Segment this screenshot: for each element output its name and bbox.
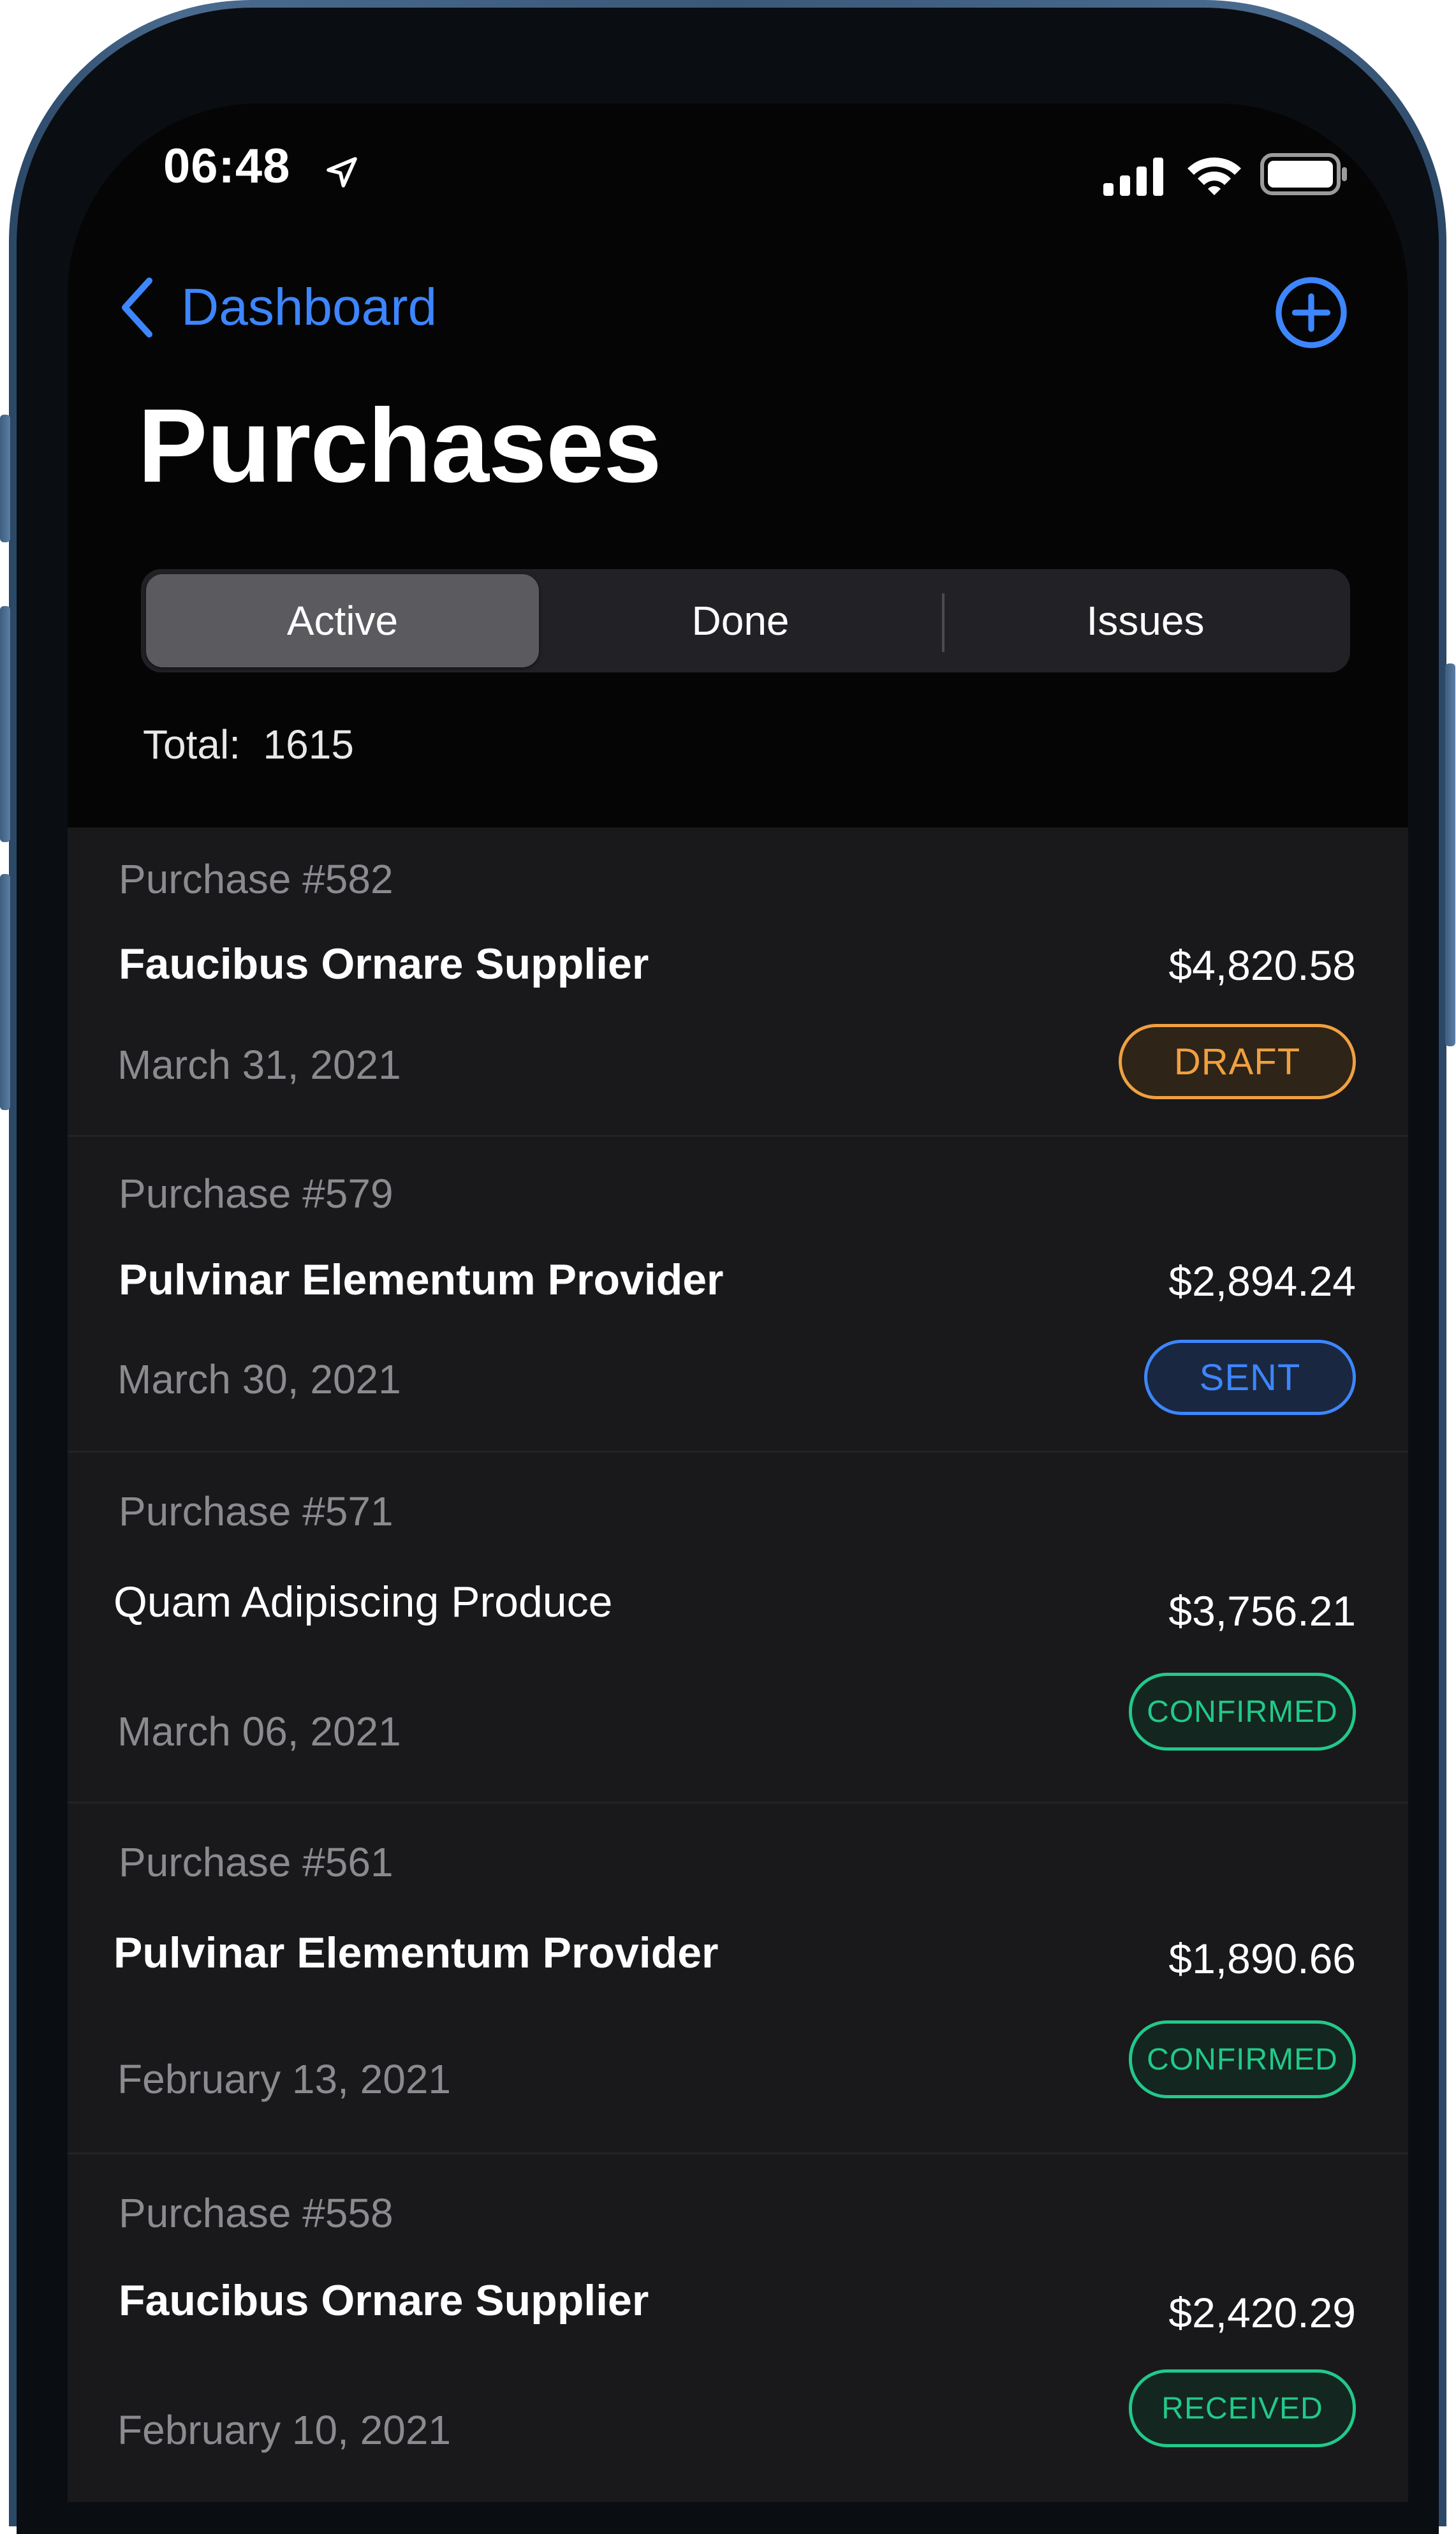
status-time: 06:48 [163, 139, 291, 193]
status-badge: CONFIRMED [1129, 1673, 1356, 1751]
purchase-row[interactable]: Purchase #558 Faucibus Ornare Supplier F… [68, 2154, 1408, 2502]
purchase-date: February 10, 2021 [117, 2407, 451, 2453]
side-button [0, 606, 10, 842]
purchase-number: Purchase #582 [119, 856, 393, 902]
side-button [0, 415, 10, 542]
purchase-date: March 30, 2021 [117, 1356, 401, 1402]
purchase-vendor: Faucibus Ornare Supplier [119, 2276, 649, 2325]
battery-icon [1260, 153, 1347, 195]
total-count: Total: 1615 [143, 722, 354, 767]
segment-divider [942, 593, 945, 652]
purchase-row[interactable]: Purchase #582 Faucibus Ornare Supplier M… [68, 827, 1408, 1137]
status-badge: SENT [1144, 1340, 1356, 1415]
purchase-amount: $3,756.21 [1168, 1587, 1356, 1634]
purchase-number: Purchase #561 [119, 1839, 393, 1885]
status-segmented-control: Active Done Issues [141, 569, 1350, 672]
status-badge: CONFIRMED [1129, 2020, 1356, 2098]
location-arrow-icon [327, 157, 357, 188]
side-button [1445, 663, 1455, 1046]
purchase-number: Purchase #571 [119, 1488, 393, 1534]
wifi-icon [1188, 157, 1241, 195]
segment-done[interactable]: Done [543, 574, 938, 667]
plus-circle-icon[interactable] [1274, 276, 1348, 350]
purchase-vendor: Faucibus Ornare Supplier [119, 940, 649, 988]
back-button-label: Dashboard [181, 278, 438, 336]
purchase-vendor: Quam Adipiscing Produce [114, 1578, 613, 1626]
segment-active[interactable]: Active [146, 574, 539, 667]
purchase-row[interactable]: Purchase #561 Pulvinar Elementum Provide… [68, 1804, 1408, 2154]
purchase-number: Purchase #558 [119, 2190, 393, 2236]
purchase-amount: $4,820.58 [1168, 942, 1356, 989]
purchase-amount: $1,890.66 [1168, 1935, 1356, 1982]
purchase-date: February 13, 2021 [117, 2056, 451, 2102]
page-title: Purchases [138, 387, 662, 504]
phone-frame: 06:48 Dashboard Purchases Active Done Is… [0, 0, 1455, 2534]
purchase-amount: $2,420.29 [1168, 2289, 1356, 2336]
chevron-left-icon [122, 278, 152, 337]
phone-bezel: 06:48 Dashboard Purchases Active Done Is… [17, 8, 1439, 2534]
status-badge: DRAFT [1119, 1024, 1356, 1099]
purchase-vendor: Pulvinar Elementum Provider [114, 1929, 719, 1977]
purchase-vendor: Pulvinar Elementum Provider [119, 1256, 724, 1304]
purchase-row[interactable]: Purchase #571 Quam Adipiscing Produce Ma… [68, 1453, 1408, 1804]
cellular-signal-icon [1103, 158, 1163, 196]
screen: 06:48 Dashboard Purchases Active Done Is… [68, 103, 1408, 2502]
purchase-number: Purchase #579 [119, 1171, 393, 1217]
purchase-date: March 06, 2021 [117, 1708, 401, 1754]
purchase-date: March 31, 2021 [117, 1042, 401, 1088]
purchase-row[interactable]: Purchase #579 Pulvinar Elementum Provide… [68, 1137, 1408, 1453]
status-badge: RECEIVED [1129, 2369, 1356, 2447]
purchase-amount: $2,894.24 [1168, 1257, 1356, 1305]
side-button [0, 874, 10, 1110]
back-button[interactable]: Dashboard [119, 272, 437, 343]
segment-issues[interactable]: Issues [946, 574, 1345, 667]
purchases-list: Purchase #582 Faucibus Ornare Supplier M… [68, 827, 1408, 2502]
